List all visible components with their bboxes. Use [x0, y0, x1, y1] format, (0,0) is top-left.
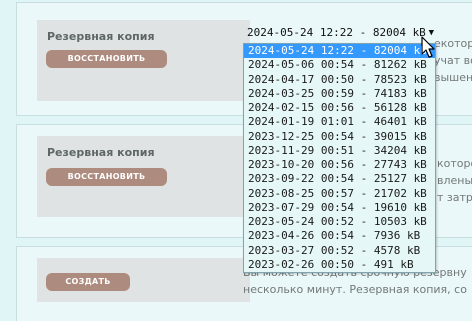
dropdown-option[interactable]: 2023-05-24 00:52 - 10503 kB — [244, 215, 435, 229]
dropdown-option[interactable]: 2024-04-17 00:50 - 78523 kB — [244, 73, 435, 87]
dropdown-option[interactable]: 2023-09-22 00:54 - 25127 kB — [244, 172, 435, 186]
backup-title-2: Резервная копия — [47, 146, 155, 159]
backup-page: Резервная копия ВОССТАНОВИТЬ екоторо уча… — [0, 0, 472, 321]
create-button[interactable]: СОЗДАТЬ — [46, 273, 130, 291]
backup-select-dropdown[interactable]: 2024-05-24 12:22 - 82004 kB 2024-05-06 00… — [243, 43, 436, 273]
dropdown-option[interactable]: 2024-02-15 00:56 - 56128 kB — [244, 101, 435, 115]
create-description-line-2: несколько минут. Резервная копия, со — [243, 283, 467, 296]
backup-title-1: Резервная копия — [47, 30, 155, 43]
dropdown-option[interactable]: 2023-11-29 00:51 - 34204 kB — [244, 144, 435, 158]
dropdown-option[interactable]: 2024-05-24 12:22 - 82004 kB — [244, 44, 435, 59]
backup-desc-fragment: вышени — [434, 71, 472, 84]
dropdown-option[interactable]: 2023-04-26 00:54 - 7936 kB — [244, 229, 435, 243]
backup-desc-fragment: екоторо — [434, 37, 472, 50]
dropdown-option[interactable]: 2023-02-26 00:50 - 491 kB — [244, 258, 435, 272]
mouse-cursor-icon — [421, 36, 435, 58]
dropdown-option[interactable]: 2023-12-25 00:54 - 39015 kB — [244, 130, 435, 144]
restore-button-1[interactable]: ВОССТАНОВИТЬ — [46, 50, 167, 68]
backup-desc-fragment: влены, — [437, 174, 472, 187]
backup-desc-fragment: которо — [437, 157, 472, 170]
dropdown-option[interactable]: 2023-10-20 00:56 - 27743 kB — [244, 158, 435, 172]
dropdown-option[interactable]: 2024-01-19 01:01 - 46401 kB — [244, 115, 435, 129]
dropdown-option[interactable]: 2024-03-25 00:59 - 74183 kB — [244, 87, 435, 101]
restore-button-2[interactable]: ВОССТАНОВИТЬ — [46, 168, 167, 186]
backup-select-value: 2024-05-24 12:22 - 82004 kB — [247, 26, 426, 39]
backup-label-cell-2: Резервная копия ВОССТАНОВИТЬ — [37, 136, 250, 217]
dropdown-option[interactable]: 2024-05-06 00:54 - 81262 kB — [244, 58, 435, 72]
backup-desc-fragment: т затро — [437, 191, 472, 204]
create-label-cell: СОЗДАТЬ — [37, 258, 250, 302]
backup-label-cell-1: Резервная копия ВОССТАНОВИТЬ — [37, 20, 250, 101]
backup-select[interactable]: 2024-05-24 12:22 - 82004 kB ▼ — [240, 24, 436, 42]
backup-desc-fragment: учат во — [434, 54, 472, 67]
dropdown-option[interactable]: 2023-03-27 00:52 - 4578 kB — [244, 244, 435, 258]
dropdown-option[interactable]: 2023-08-25 00:57 - 21702 kB — [244, 187, 435, 201]
dropdown-option[interactable]: 2023-07-29 00:54 - 19610 kB — [244, 201, 435, 215]
